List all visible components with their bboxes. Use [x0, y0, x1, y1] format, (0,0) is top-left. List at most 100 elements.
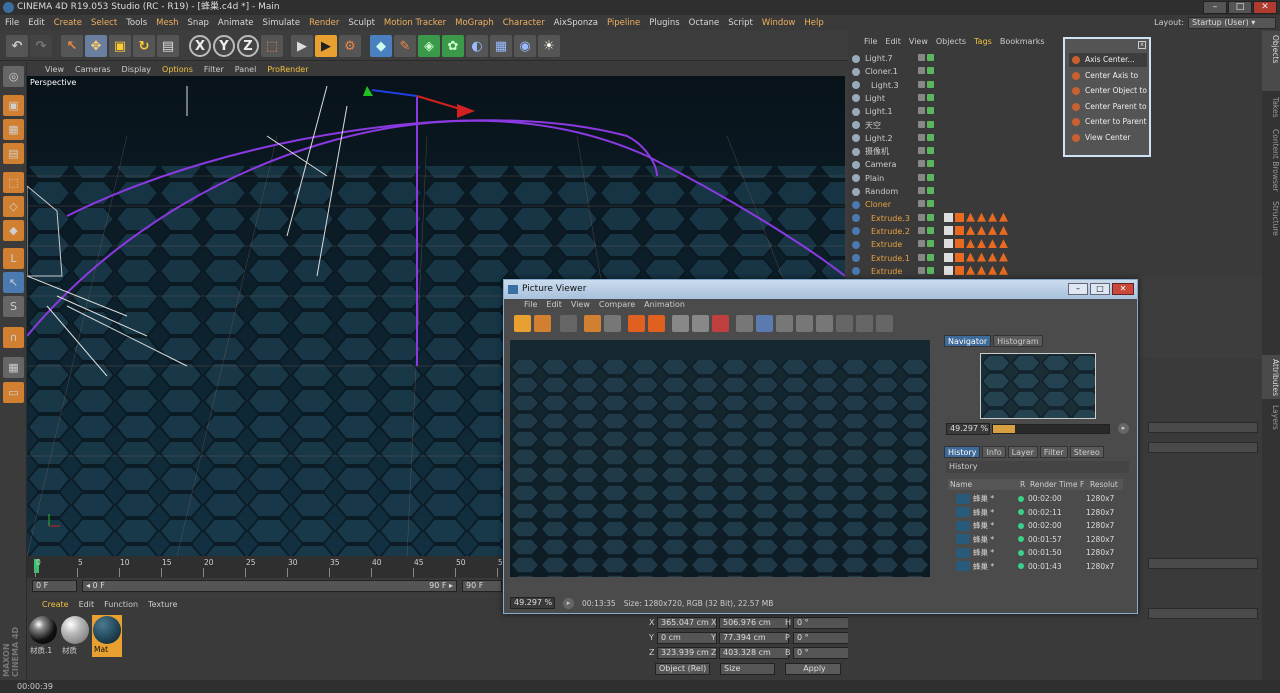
menu-file[interactable]: File: [5, 18, 19, 28]
render-region-icon[interactable]: [584, 315, 601, 332]
object-visibility-flags[interactable]: [918, 93, 942, 103]
tag-icon[interactable]: [988, 252, 997, 262]
maximize-button[interactable]: □: [1228, 1, 1252, 14]
compare-a-icon[interactable]: [672, 315, 689, 332]
menu-mesh[interactable]: Mesh: [156, 18, 178, 28]
viewport-menu-prorender[interactable]: ProRender: [267, 65, 308, 74]
tag-icon[interactable]: [966, 265, 975, 275]
object-visibility-flags[interactable]: [918, 159, 942, 169]
tag-icon[interactable]: [966, 252, 975, 262]
coord-c-field[interactable]: 0 °: [793, 617, 851, 629]
menu-character[interactable]: Character: [503, 18, 545, 28]
polygons-mode-icon[interactable]: ◆: [3, 220, 24, 241]
object-visibility-flags[interactable]: [918, 253, 942, 263]
menu-octane[interactable]: Octane: [689, 18, 720, 28]
object-menu-file[interactable]: File: [864, 37, 877, 46]
object-menu-tags[interactable]: Tags: [974, 37, 992, 46]
cloner-icon[interactable]: ✿: [442, 35, 464, 57]
material-swatch[interactable]: 材质: [60, 615, 90, 657]
tab-histogram[interactable]: Histogram: [993, 335, 1043, 347]
set-a-icon[interactable]: [796, 315, 813, 332]
menu-script[interactable]: Script: [728, 18, 753, 28]
menu-create[interactable]: Create: [54, 18, 82, 28]
tag-icon[interactable]: [944, 225, 953, 235]
tag-icon[interactable]: [944, 212, 953, 222]
tab-stereo[interactable]: Stereo: [1069, 446, 1104, 458]
tag-icon[interactable]: [977, 239, 986, 249]
menu-tools[interactable]: Tools: [126, 18, 147, 28]
tag-icon[interactable]: [955, 225, 964, 235]
viewport-menu-panel[interactable]: Panel: [235, 65, 257, 74]
object-menu-bookmarks[interactable]: Bookmarks: [1000, 37, 1045, 46]
tab-navigator[interactable]: Navigator: [944, 335, 992, 347]
tag-icon[interactable]: [988, 212, 997, 222]
material-menu-texture[interactable]: Texture: [148, 600, 177, 609]
attribute-dropdown-1[interactable]: [1148, 422, 1258, 433]
history-col-f[interactable]: F: [1078, 479, 1088, 490]
live-selection-icon[interactable]: ↖: [61, 35, 83, 57]
camera-icon[interactable]: ◉: [514, 35, 536, 57]
undo-icon[interactable]: ↶: [6, 35, 28, 57]
model-mode-icon[interactable]: ▣: [3, 95, 24, 116]
x-axis-icon[interactable]: X: [189, 35, 211, 57]
recent-tools-icon[interactable]: ▤: [157, 35, 179, 57]
texture-mode-icon[interactable]: ▦: [3, 119, 24, 140]
tag-icon[interactable]: [988, 225, 997, 235]
light-icon[interactable]: ☀: [538, 35, 560, 57]
popup-item-center-axis-to[interactable]: Center Axis to: [1069, 69, 1147, 83]
viewport-menu-cameras[interactable]: Cameras: [75, 65, 111, 74]
tab-filter[interactable]: Filter: [1039, 446, 1068, 458]
minimize-button[interactable]: –: [1203, 1, 1227, 14]
tab-history[interactable]: History: [944, 446, 981, 458]
tag-icon[interactable]: [955, 265, 964, 275]
pv-menu-edit[interactable]: Edit: [546, 300, 562, 312]
menu-plugins[interactable]: Plugins: [649, 18, 679, 28]
coord-a-field[interactable]: 323.939 cm: [657, 647, 717, 659]
axis-mode-icon[interactable]: L: [3, 248, 24, 269]
tag-icon[interactable]: [977, 265, 986, 275]
coord-a-field[interactable]: 365.047 cm: [657, 617, 717, 629]
compare-swap-icon[interactable]: [712, 315, 729, 332]
rotate-icon[interactable]: ↻: [133, 35, 155, 57]
tag-icon[interactable]: [999, 225, 1008, 235]
workplane-mode-icon[interactable]: ▤: [3, 143, 24, 164]
material-menu-create[interactable]: Create: [42, 600, 69, 609]
viewport-menu-filter[interactable]: Filter: [204, 65, 224, 74]
layout-dropdown[interactable]: Startup (User) ▾: [1188, 16, 1276, 29]
subdivision-icon[interactable]: ◈: [418, 35, 440, 57]
pv-menu-animation[interactable]: Animation: [644, 300, 685, 312]
tag-icon[interactable]: [955, 239, 964, 249]
pv-menu-file[interactable]: File: [524, 300, 537, 312]
pv-minimize-button[interactable]: –: [1068, 283, 1088, 295]
popup-close-icon[interactable]: x: [1138, 41, 1146, 49]
history-row[interactable]: 蜂巢 * 00:01:43 1280x7: [948, 560, 1130, 573]
object-visibility-flags[interactable]: [918, 106, 942, 116]
coordinate-system-icon[interactable]: ⬚: [261, 35, 283, 57]
object-visibility-flags[interactable]: [918, 199, 942, 209]
magnet-icon[interactable]: ∩: [3, 327, 24, 348]
material-swatch[interactable]: Mat: [92, 615, 122, 657]
attribute-dropdown-2[interactable]: [1148, 442, 1258, 453]
menu-aixsponza[interactable]: AixSponza: [554, 18, 598, 28]
object-menu-view[interactable]: View: [909, 37, 928, 46]
apply-button[interactable]: Apply: [785, 663, 841, 675]
attribute-dropdown-4[interactable]: [1148, 608, 1258, 619]
lock-workplane-icon[interactable]: ▦: [3, 357, 24, 378]
tag-icon[interactable]: [977, 252, 986, 262]
object-visibility-flags[interactable]: [918, 80, 942, 90]
snap-icon[interactable]: S: [3, 296, 24, 317]
history-row[interactable]: 蜂巢 * 00:01:57 1280x7: [948, 533, 1130, 546]
history-row[interactable]: 蜂巢 * 00:02:00 1280x7: [948, 519, 1130, 532]
fullscreen-icon[interactable]: [560, 315, 577, 332]
pv-close-button[interactable]: ✕: [1112, 283, 1134, 295]
tag-icon[interactable]: [999, 239, 1008, 249]
coord-c-field[interactable]: 0 °: [793, 647, 851, 659]
material-menu-function[interactable]: Function: [104, 600, 138, 609]
menu-simulate[interactable]: Simulate: [263, 18, 301, 28]
tab-layer[interactable]: Layer: [1007, 446, 1038, 458]
pv-menu-view[interactable]: View: [571, 300, 590, 312]
object-menu-objects[interactable]: Objects: [936, 37, 966, 46]
save-file-icon[interactable]: [534, 315, 551, 332]
floor-icon[interactable]: ▦: [490, 35, 512, 57]
y-axis-icon[interactable]: Y: [213, 35, 235, 57]
